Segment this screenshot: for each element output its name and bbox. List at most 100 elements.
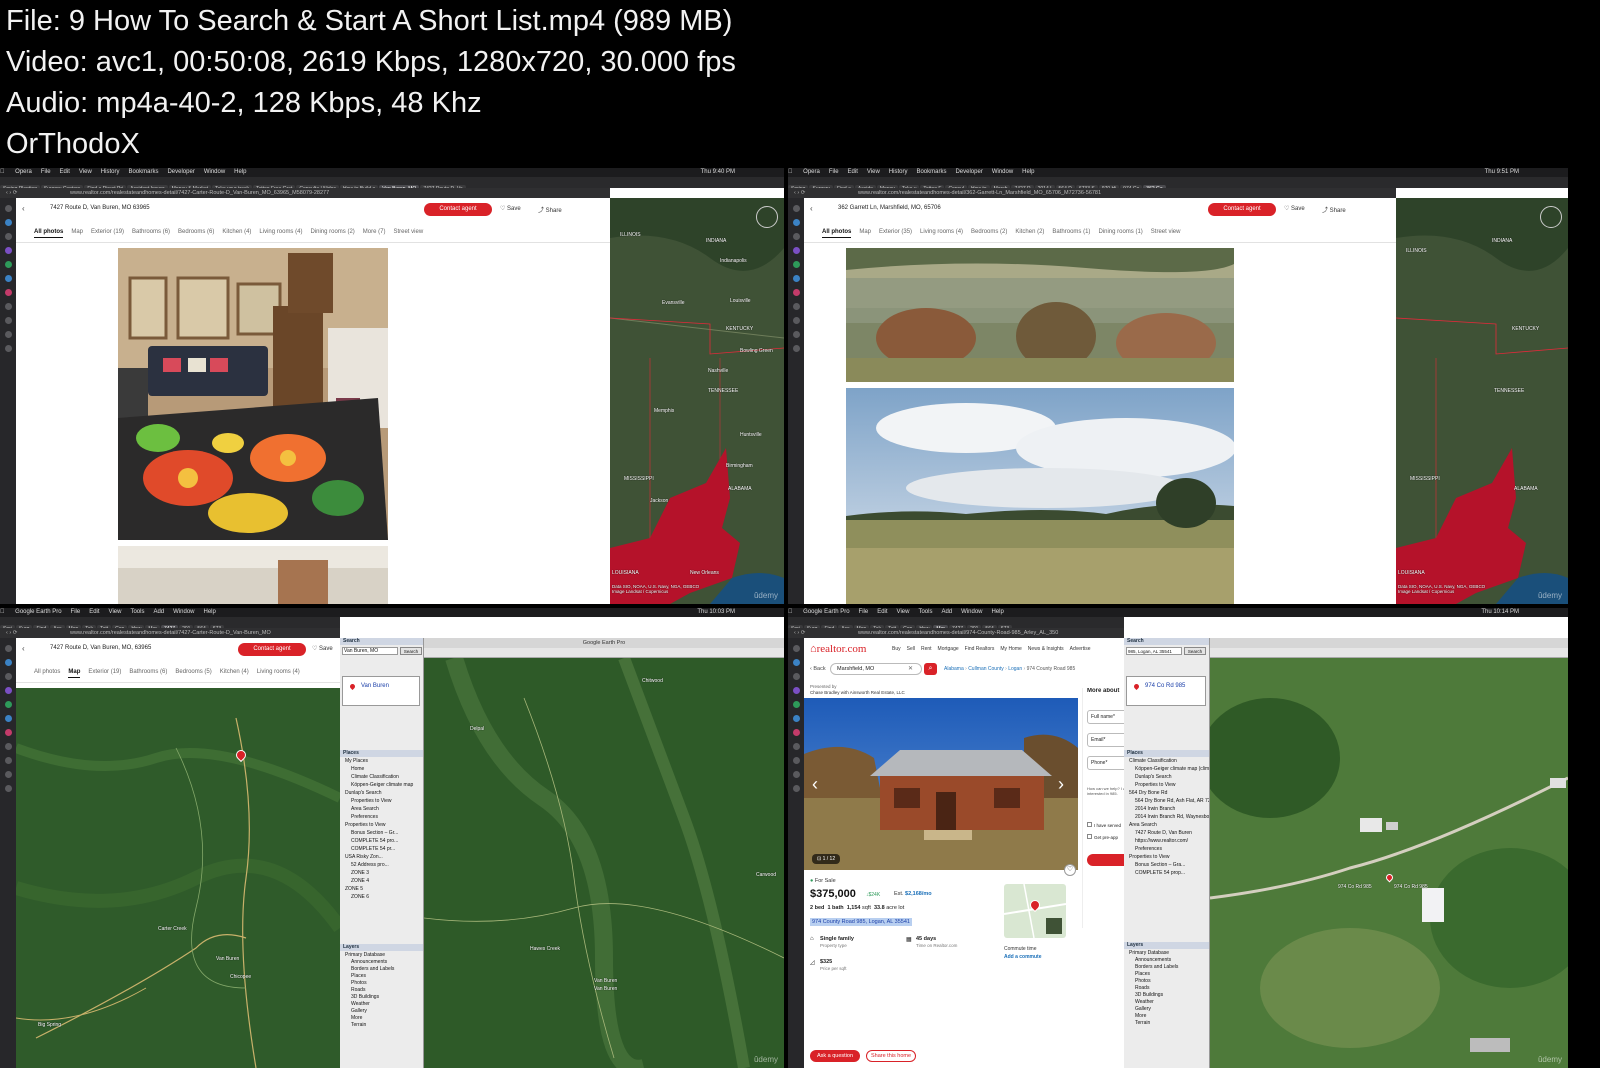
clear-icon[interactable]: ✕ [908, 665, 913, 672]
result-item[interactable]: Van Buren [361, 683, 389, 689]
apple-icon[interactable]:  [788, 608, 793, 617]
nav-back-icon[interactable]: ‹ › ⟳ [6, 188, 17, 198]
ge-search-input[interactable]: 985, Logan, AL 35541 [1126, 647, 1182, 655]
places-item[interactable]: Dunlap's Search [343, 790, 382, 796]
places-item[interactable]: COMPLETE 54 prop... [1127, 870, 1185, 876]
layers-item[interactable]: Announcements [1127, 957, 1171, 963]
places-item[interactable]: ZONE 5 [343, 886, 363, 892]
player-icon[interactable] [4, 303, 12, 310]
layers-item[interactable]: Primary Database [343, 952, 385, 958]
layers-item[interactable]: Photos [343, 980, 367, 986]
home-icon[interactable] [4, 205, 12, 212]
layers-item[interactable]: Weather [1127, 999, 1154, 1005]
layers-item[interactable]: Terrain [1127, 1020, 1150, 1026]
ge-aerial[interactable] [1210, 658, 1568, 1068]
back-arrow-icon[interactable]: ‹ [810, 204, 813, 213]
ge-search-input[interactable]: Van Buren, MO [342, 647, 398, 655]
chat-icon[interactable] [792, 687, 800, 694]
player-icon[interactable] [792, 743, 800, 750]
home-icon[interactable] [792, 205, 800, 212]
nav-link[interactable]: Mortgage [938, 646, 959, 652]
breadcrumb-item[interactable]: Logan [1008, 666, 1022, 672]
ge-search-button[interactable]: Search [1184, 647, 1206, 655]
layers-item[interactable]: Gallery [343, 1008, 367, 1014]
menu-item[interactable]: Help [992, 608, 1004, 617]
whatsapp-icon[interactable] [4, 261, 12, 268]
save-button[interactable]: ♡ Save [312, 645, 333, 652]
compass-icon[interactable] [1540, 206, 1562, 228]
places-item[interactable]: Dunlap's Search [1127, 774, 1172, 780]
layers-item[interactable]: Gallery [1127, 1006, 1151, 1012]
photo-tab[interactable]: Map [859, 229, 871, 237]
photo-tab[interactable]: Living rooms (4) [259, 229, 302, 237]
apple-icon[interactable]:  [788, 168, 793, 177]
places-item[interactable]: 7427 Route D, Van Buren [1127, 830, 1192, 836]
bookmark-icon[interactable] [792, 233, 800, 240]
ge-terrain[interactable] [424, 658, 784, 1068]
history-icon[interactable] [4, 331, 12, 338]
menu-items[interactable]: Google Earth Pro File Edit View Tools Add Wind… [803, 608, 1013, 617]
places-item[interactable]: Home [343, 766, 364, 772]
form-input[interactable]: Full name* [1087, 710, 1124, 724]
photo-tab[interactable]: Kitchen (4) [220, 669, 249, 677]
satellite-map[interactable] [1396, 198, 1568, 604]
breadcrumb-item[interactable]: Alabama [944, 666, 964, 672]
history-icon[interactable] [792, 331, 800, 338]
nav-link[interactable]: Find Realtors [965, 646, 995, 652]
apple-icon[interactable]:  [0, 168, 5, 177]
ge-search-button[interactable]: Search [400, 647, 422, 655]
telegram-icon[interactable] [792, 715, 800, 722]
photo-tab[interactable]: Bedrooms (6) [178, 229, 214, 237]
places-item[interactable]: Climate Classification [1127, 758, 1177, 764]
menu-item[interactable]: Window [992, 168, 1013, 177]
map-panel[interactable]: ILLINOIS INDIANA Indianapolis KENTUCKY L… [610, 198, 784, 604]
places-item[interactable]: My Places [343, 758, 368, 764]
layers-item[interactable]: Roads [343, 987, 365, 993]
places-item[interactable]: Köppen-Geiger climate map [343, 782, 413, 788]
places-item[interactable]: ZONE 4 [343, 878, 369, 884]
messenger-icon[interactable] [792, 219, 800, 226]
ge-toolbar[interactable] [1210, 648, 1568, 658]
menu-item[interactable]: File [829, 168, 839, 177]
home-icon[interactable] [4, 645, 12, 652]
menu-item[interactable]: History [889, 168, 908, 177]
map-panel[interactable]: ILLINOIS INDIANA KENTUCKY TENNESSEE MISS… [1396, 198, 1568, 604]
menu-item[interactable]: File [71, 608, 81, 617]
settings-icon[interactable] [792, 785, 800, 792]
instagram-icon[interactable] [792, 729, 800, 736]
places-item[interactable]: ZONE 6 [343, 894, 369, 900]
heart-icon[interactable] [792, 317, 800, 324]
whatsapp-icon[interactable] [4, 701, 12, 708]
back-arrow-icon[interactable]: ‹ [22, 644, 25, 653]
ge-toolbar[interactable] [424, 648, 784, 658]
places-item[interactable]: 564 Dry Bone Rd [1127, 790, 1167, 796]
photo-tab[interactable]: Dining rooms (1) [1098, 229, 1142, 237]
photo-tab[interactable]: Map [71, 229, 83, 237]
breadcrumb-item[interactable]: Cullman County [968, 666, 1004, 672]
layers-item[interactable]: Borders and Labels [343, 966, 394, 972]
save-button[interactable]: ♡ Save [1284, 205, 1305, 212]
url-text[interactable]: www.realtor.com/realestateandhomes-detai… [70, 190, 520, 196]
menu-item[interactable]: History [101, 168, 120, 177]
places-item[interactable]: Properties to View [343, 822, 385, 828]
address-bar[interactable]: ‹ › ⟳ www.realtor.com/realestateandhomes… [0, 188, 610, 198]
photo-tab[interactable]: Bathrooms (1) [1052, 229, 1090, 237]
heart-icon[interactable] [792, 757, 800, 764]
realtor-logo[interactable]: ⌂realtor.com [810, 643, 866, 655]
photo-tab[interactable]: Map [68, 669, 81, 678]
photo-tab[interactable]: Street view [1151, 229, 1181, 237]
add-commute-link[interactable]: Add a commute [1004, 954, 1042, 960]
url-text[interactable]: www.realtor.com/realestateandhomes-detai… [70, 630, 334, 636]
menu-item[interactable]: Developer [955, 168, 982, 177]
next-photo-arrow[interactable]: › [1058, 774, 1064, 794]
share-button[interactable]: ⤴ Share [538, 205, 562, 214]
menu-item[interactable]: File [41, 168, 51, 177]
menu-item[interactable]: View [79, 168, 92, 177]
chat-icon[interactable] [4, 247, 12, 254]
photo-tab[interactable]: All photos [822, 229, 852, 238]
layers-item[interactable]: Roads [1127, 985, 1149, 991]
settings-icon[interactable] [4, 785, 12, 792]
nav-back-icon[interactable]: ‹ › ⟳ [794, 628, 805, 638]
menu-item[interactable]: View [109, 608, 122, 617]
layers-item[interactable]: Photos [1127, 978, 1151, 984]
